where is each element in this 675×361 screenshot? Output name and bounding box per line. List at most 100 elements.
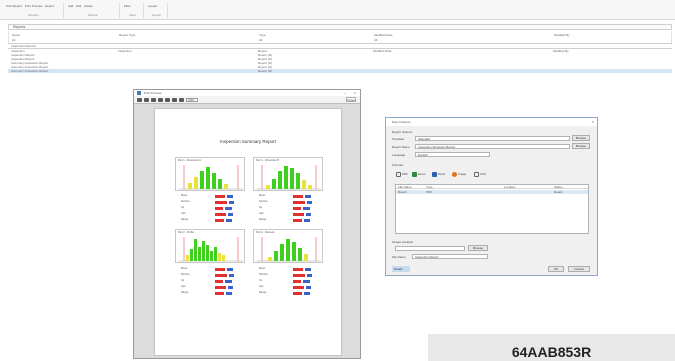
zoom-out-icon[interactable] bbox=[179, 98, 184, 102]
output-location-field[interactable] bbox=[395, 246, 465, 251]
print-icon[interactable] bbox=[137, 98, 142, 102]
file-name-field[interactable]: Inspection Report bbox=[412, 254, 488, 259]
stat-bar bbox=[307, 201, 312, 204]
print-preview-window: Print Preview – × 100% Close Inspection … bbox=[133, 89, 361, 359]
histogram-chart bbox=[179, 237, 243, 262]
format-word-option[interactable]: Word bbox=[432, 170, 445, 178]
list-column-status[interactable]: Status bbox=[554, 185, 563, 189]
column-header-name[interactable]: Name bbox=[12, 33, 20, 37]
stat-bar bbox=[293, 195, 303, 198]
report-name-label: Report Name bbox=[392, 145, 410, 149]
filter-cell-type[interactable]: All bbox=[259, 38, 262, 42]
stat-bar bbox=[306, 286, 311, 289]
next-page-icon[interactable] bbox=[158, 98, 163, 102]
ribbon-toolbar: Print Report Print Preview Export Report… bbox=[0, 0, 675, 20]
ribbon-group-label: Layout bbox=[151, 13, 161, 17]
stat-label: Range bbox=[259, 291, 267, 294]
template-label: Template bbox=[392, 137, 405, 141]
stat-label: Cpk bbox=[181, 212, 186, 215]
file-name-label: File Name bbox=[392, 255, 406, 259]
page-title: Inspection Summary Report bbox=[220, 139, 276, 144]
ok-button[interactable]: OK bbox=[548, 266, 564, 272]
report-name-field[interactable]: Inspection Summary Report bbox=[415, 144, 570, 149]
stat-bar bbox=[225, 207, 232, 210]
stat-label: Std Dev bbox=[181, 200, 190, 203]
previous-page-icon[interactable] bbox=[151, 98, 156, 102]
stat-bar bbox=[215, 201, 227, 204]
stat-bar bbox=[229, 274, 234, 277]
list-column-location[interactable]: Location bbox=[504, 185, 515, 189]
list-item[interactable]: Report PDF Ready bbox=[396, 190, 588, 194]
layout-button[interactable]: Layout bbox=[148, 4, 157, 8]
template-field[interactable]: Standard bbox=[415, 136, 570, 141]
print-report-button[interactable]: Print Report bbox=[6, 4, 22, 8]
stat-bar bbox=[293, 280, 301, 283]
list-column-file-name[interactable]: File Name bbox=[398, 185, 412, 189]
zoom-select[interactable]: 100% bbox=[186, 98, 198, 102]
format-image-label: Image bbox=[458, 172, 467, 176]
column-header-type[interactable]: Type bbox=[259, 33, 266, 37]
output-browse-button[interactable]: Browse bbox=[468, 245, 488, 251]
export-file-list[interactable]: File Name Type Location Status Report PD… bbox=[395, 184, 589, 234]
stat-bar bbox=[304, 219, 310, 222]
column-header-modified-by[interactable]: Modified By bbox=[554, 33, 570, 37]
first-page-icon[interactable] bbox=[144, 98, 149, 102]
cancel-button[interactable]: Cancel bbox=[568, 266, 590, 272]
stat-bar bbox=[303, 207, 310, 210]
stat-label: Range bbox=[259, 218, 267, 221]
csv-icon bbox=[474, 171, 479, 177]
histogram-chart bbox=[257, 237, 321, 262]
stat-bar bbox=[306, 213, 311, 216]
print-preview-button[interactable]: Print Preview bbox=[25, 4, 43, 8]
ribbon-group-label: Filter bbox=[129, 13, 136, 17]
stat-bar bbox=[226, 292, 232, 295]
excel-icon bbox=[412, 171, 417, 177]
print-preview-app-icon bbox=[137, 91, 141, 95]
filter-button[interactable]: Filter bbox=[124, 4, 131, 8]
list-column-type[interactable]: Type bbox=[426, 185, 433, 189]
delete-button[interactable]: Delete bbox=[84, 4, 93, 8]
language-select[interactable]: English bbox=[415, 152, 490, 157]
table-row-selected[interactable]: Summary Inspection Report Report (R) bbox=[8, 69, 672, 73]
stat-label: Cpk bbox=[181, 285, 186, 288]
stat-bar bbox=[228, 286, 233, 289]
format-csv-option[interactable]: CSV bbox=[474, 170, 486, 178]
stat-bar bbox=[215, 268, 225, 271]
chart-card: Part 2 - Flatness bbox=[253, 229, 323, 263]
export-button[interactable]: Export bbox=[45, 4, 54, 8]
template-browse-button[interactable]: Browse bbox=[572, 135, 590, 141]
print-preview-toolbar: 100% Close bbox=[134, 96, 360, 104]
dialog-title: Export Report bbox=[386, 118, 597, 126]
stat-label: Cp bbox=[259, 279, 263, 282]
image-icon bbox=[452, 171, 457, 177]
filter-cell-name[interactable]: All bbox=[12, 38, 15, 42]
histogram-chart bbox=[257, 165, 321, 190]
column-header-report-type[interactable]: Report Type bbox=[119, 33, 135, 37]
status-badge: Ready bbox=[392, 266, 410, 272]
dialog-close-icon[interactable]: × bbox=[592, 119, 594, 125]
stats-block: Mean Std Dev Cp Cpk Range bbox=[175, 194, 245, 224]
filter-cell-modified[interactable]: All bbox=[374, 38, 377, 42]
list-item-type: PDF bbox=[426, 190, 432, 194]
chart-title: Part 2 - Flatness bbox=[256, 231, 275, 234]
stat-bar bbox=[225, 280, 232, 283]
stat-bar bbox=[227, 195, 233, 198]
stat-label: Std Dev bbox=[181, 273, 190, 276]
add-button[interactable]: Add bbox=[68, 4, 73, 8]
chart-title: Part 2 - Profile bbox=[178, 231, 194, 234]
language-label: Language bbox=[392, 153, 406, 157]
format-pdf-option[interactable]: PDF bbox=[396, 170, 408, 178]
ribbon-group-label: Reports bbox=[28, 13, 39, 17]
chart-card: Part 1 - Dimension B bbox=[253, 157, 323, 191]
last-page-icon[interactable] bbox=[165, 98, 170, 102]
edit-button[interactable]: Edit bbox=[76, 4, 81, 8]
column-header-modified-date[interactable]: Modified Date bbox=[374, 33, 393, 37]
format-excel-option[interactable]: Excel bbox=[412, 170, 425, 178]
stat-bar bbox=[215, 286, 226, 289]
zoom-in-icon[interactable] bbox=[172, 98, 177, 102]
close-preview-button[interactable]: Close bbox=[346, 97, 356, 102]
stat-bar bbox=[303, 280, 310, 283]
print-preview-title: Print Preview bbox=[144, 91, 162, 95]
report-name-browse-button[interactable]: Browse bbox=[572, 143, 590, 149]
format-image-option[interactable]: Image bbox=[452, 170, 466, 178]
